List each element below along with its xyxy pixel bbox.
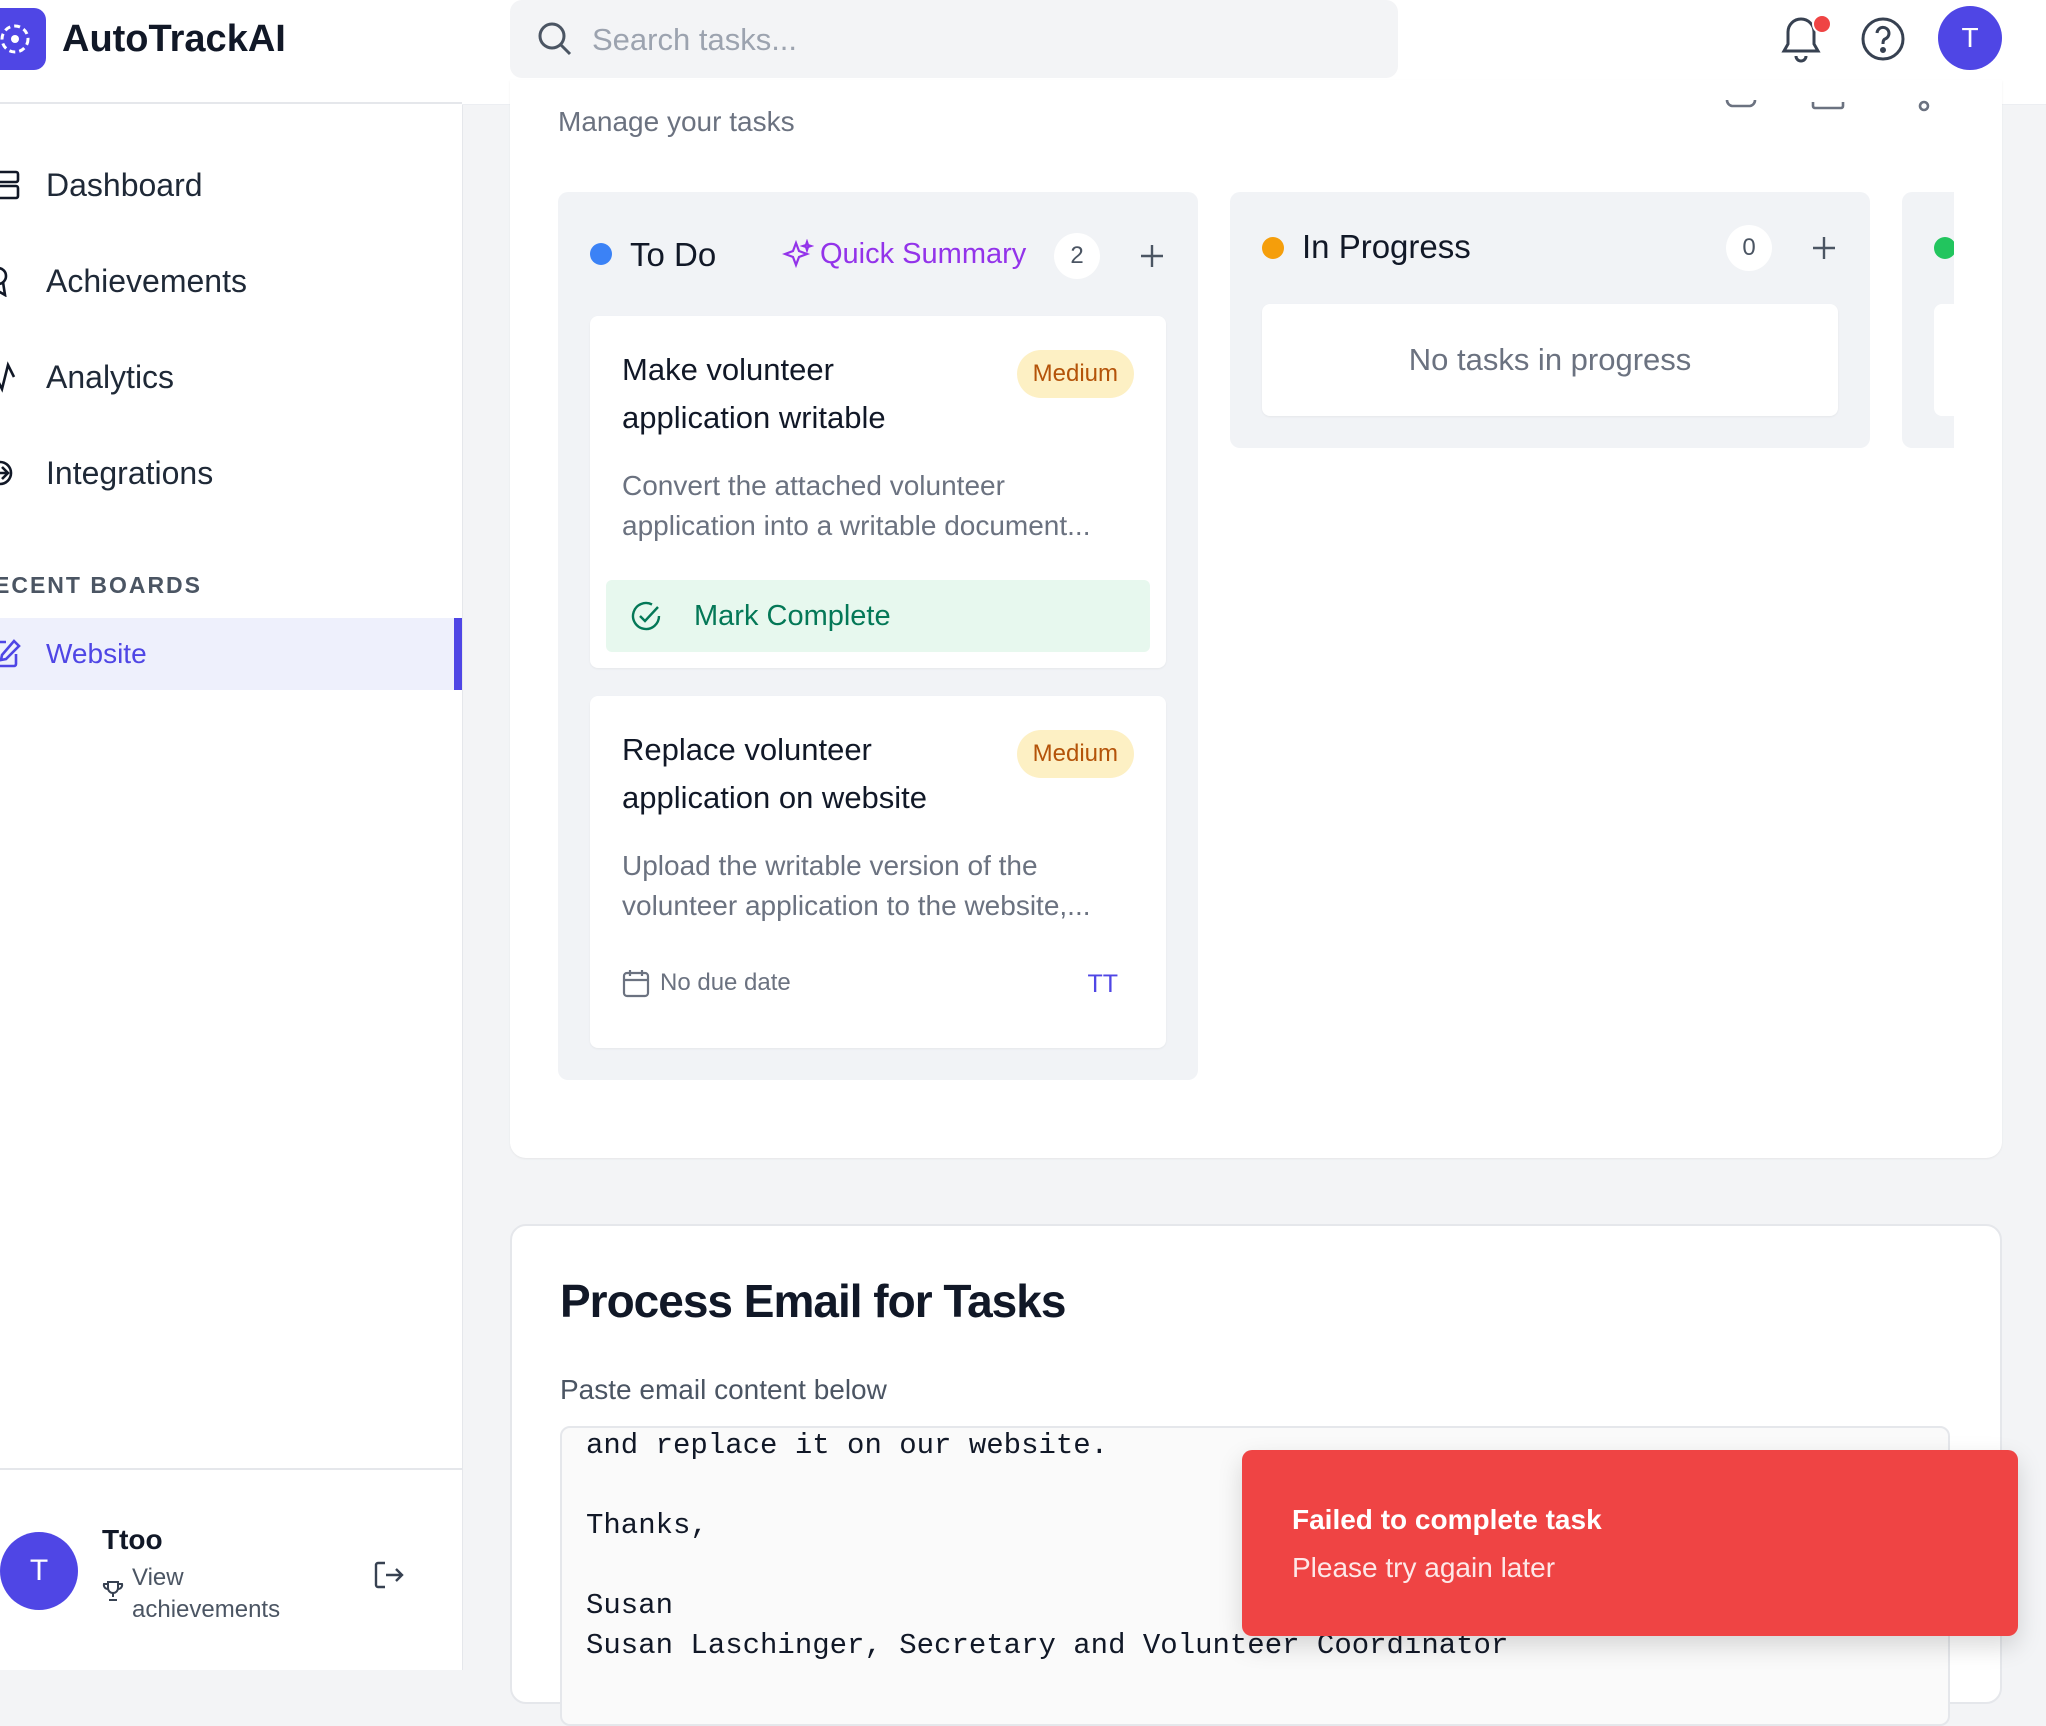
recent-boards-heading: ECENT BOARDS [0, 572, 203, 598]
board-label: Website [46, 638, 147, 669]
board-subtitle: Manage your tasks [558, 106, 795, 137]
search-box[interactable] [510, 0, 1398, 78]
status-dot [1262, 237, 1284, 259]
share-icon[interactable] [1914, 80, 1934, 116]
task-description: Convert the attached volunteer applicati… [622, 470, 1091, 541]
error-toast[interactable]: Failed to complete task Please try again… [1242, 1450, 2018, 1636]
column-done [1902, 192, 1954, 448]
column-header: To Do Quick Summary 2 [558, 226, 1198, 286]
email-section-title: Process Email for Tasks [560, 1275, 1066, 1327]
sidebar: AutoTrackAI Dashboard Achievements Analy… [0, 0, 463, 1670]
brand-header: AutoTrackAI [0, 0, 462, 104]
mark-complete-label: Mark Complete [694, 600, 891, 632]
task-title: Make volunteer application writable [622, 352, 886, 435]
user-avatar[interactable]: T [0, 1532, 78, 1610]
nav-label: Analytics [46, 358, 175, 395]
award-icon [0, 265, 20, 297]
quick-summary-button[interactable]: Quick Summary [782, 238, 1026, 271]
task-description: Upload the writable version of the volun… [622, 850, 1091, 921]
column-title: To Do [630, 236, 717, 273]
task-card[interactable]: Make volunteer application writable Medi… [590, 316, 1166, 668]
calendar-tool-icon[interactable] [1810, 80, 1846, 116]
toast-title: Failed to complete task [1292, 1504, 1602, 1535]
mark-complete-button[interactable]: Mark Complete [606, 580, 1150, 652]
priority-badge: Medium [1016, 730, 1134, 778]
logout-icon[interactable] [372, 1558, 406, 1592]
app-logo-icon[interactable] [0, 8, 46, 70]
task-count-badge: 2 [1054, 233, 1100, 279]
user-panel: T Ttoo View achievements [0, 1468, 462, 1670]
help-icon[interactable] [1860, 16, 1906, 62]
priority-badge: Medium [1016, 350, 1134, 398]
due-date-label: No due date [660, 969, 791, 996]
task-title: Replace volunteer application on website [622, 732, 928, 815]
app-name[interactable]: AutoTrackAI [62, 18, 286, 61]
sparkles-icon [782, 238, 814, 268]
status-dot [1934, 237, 1954, 259]
column-todo: To Do Quick Summary 2 Make volunteer app… [558, 192, 1198, 1080]
activity-icon [0, 361, 20, 393]
status-dot [590, 243, 612, 265]
trophy-icon [102, 1580, 124, 1602]
nav-item-dashboard[interactable]: Dashboard [0, 150, 462, 220]
nav-item-achievements[interactable]: Achievements [0, 246, 462, 316]
search-input[interactable] [590, 14, 1374, 66]
column-card-edge [1934, 304, 1954, 416]
task-count-badge: 0 [1726, 225, 1772, 271]
nav-item-analytics[interactable]: Analytics [0, 342, 462, 412]
plug-icon [0, 457, 20, 489]
edit-icon [0, 638, 22, 670]
empty-state: No tasks in progress [1262, 304, 1838, 416]
task-card[interactable]: Replace volunteer application on website… [590, 696, 1166, 1048]
email-line: Thanks, [586, 1509, 708, 1542]
email-line: and replace it on our website. [586, 1429, 1109, 1462]
user-name: Ttoo [102, 1524, 163, 1555]
email-input-label: Paste email content below [560, 1374, 887, 1405]
profile-avatar[interactable]: T [1938, 6, 2002, 70]
add-task-icon[interactable] [1138, 242, 1166, 270]
search-icon [536, 20, 574, 58]
column-in-progress: In Progress 0 No tasks in progress [1230, 192, 1870, 448]
view-achievements-link[interactable]: View achievements [132, 1562, 302, 1626]
check-circle-icon [630, 600, 662, 632]
column-header: In Progress 0 [1230, 218, 1870, 278]
nav-label: Achievements [46, 262, 247, 299]
due-date: No due date [622, 968, 791, 998]
notification-dot [1812, 14, 1832, 34]
settings-icon[interactable] [1724, 80, 1758, 116]
nav-label: Dashboard [46, 166, 203, 203]
quick-summary-label: Quick Summary [820, 238, 1027, 270]
nav-item-integrations[interactable]: Integrations [0, 438, 462, 508]
active-indicator [454, 618, 462, 690]
assignee-initials[interactable]: TT [1087, 970, 1118, 999]
nav-label: Integrations [46, 454, 214, 491]
add-task-icon[interactable] [1810, 234, 1838, 262]
column-title: In Progress [1302, 228, 1471, 265]
board-card: Manage your tasks To Do Quick Summary 2 [510, 80, 2002, 1158]
email-line: Susan [586, 1589, 674, 1622]
board-item-website[interactable]: Website [0, 618, 462, 690]
toast-message: Please try again later [1292, 1552, 1556, 1583]
calendar-icon [622, 970, 650, 998]
dashboard-icon [0, 169, 20, 201]
